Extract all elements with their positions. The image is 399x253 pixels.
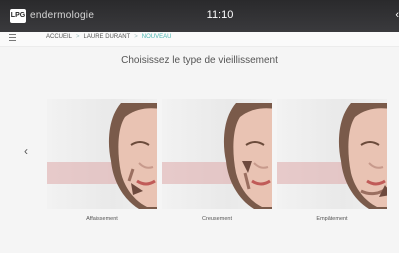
option-card-affaissement[interactable] <box>47 99 157 209</box>
top-bar: LPG endermologie 11:10 ‹ <box>0 0 399 32</box>
breadcrumb-separator: > <box>76 34 80 40</box>
breadcrumb-separator: > <box>134 34 138 40</box>
back-arrow-icon[interactable]: ‹ <box>395 9 399 21</box>
main-content: Choisissez le type de vieillissement ‹ A… <box>0 47 399 253</box>
chevron-left-icon[interactable]: ‹ <box>24 144 28 158</box>
option-card-empatement[interactable] <box>277 99 387 209</box>
face-illustration <box>338 103 387 209</box>
option-label-empatement[interactable]: Empâtement <box>277 216 387 222</box>
option-card-creusement[interactable] <box>162 99 272 209</box>
breadcrumb: ACCUEIL > LAURE DURANT > NOUVEAU <box>46 34 171 40</box>
option-label-affaissement[interactable]: Affaissement <box>47 216 157 222</box>
breadcrumb-current: NOUVEAU <box>141 34 172 40</box>
clock: 11:10 <box>206 9 234 21</box>
face-illustration <box>108 103 157 209</box>
breadcrumb-client[interactable]: LAURE DURANT <box>84 34 131 40</box>
brand-name: endermologie <box>30 10 95 21</box>
breadcrumb-home[interactable]: ACCUEIL <box>46 34 72 40</box>
breadcrumb-bar: ACCUEIL > LAURE DURANT > NOUVEAU <box>0 32 399 47</box>
option-label-creusement[interactable]: Creusement <box>162 216 272 222</box>
face-illustration <box>223 103 272 209</box>
page-title: Choisissez le type de vieillissement <box>121 55 278 66</box>
menu-icon[interactable] <box>9 34 16 41</box>
lpg-logo: LPG <box>10 9 26 23</box>
